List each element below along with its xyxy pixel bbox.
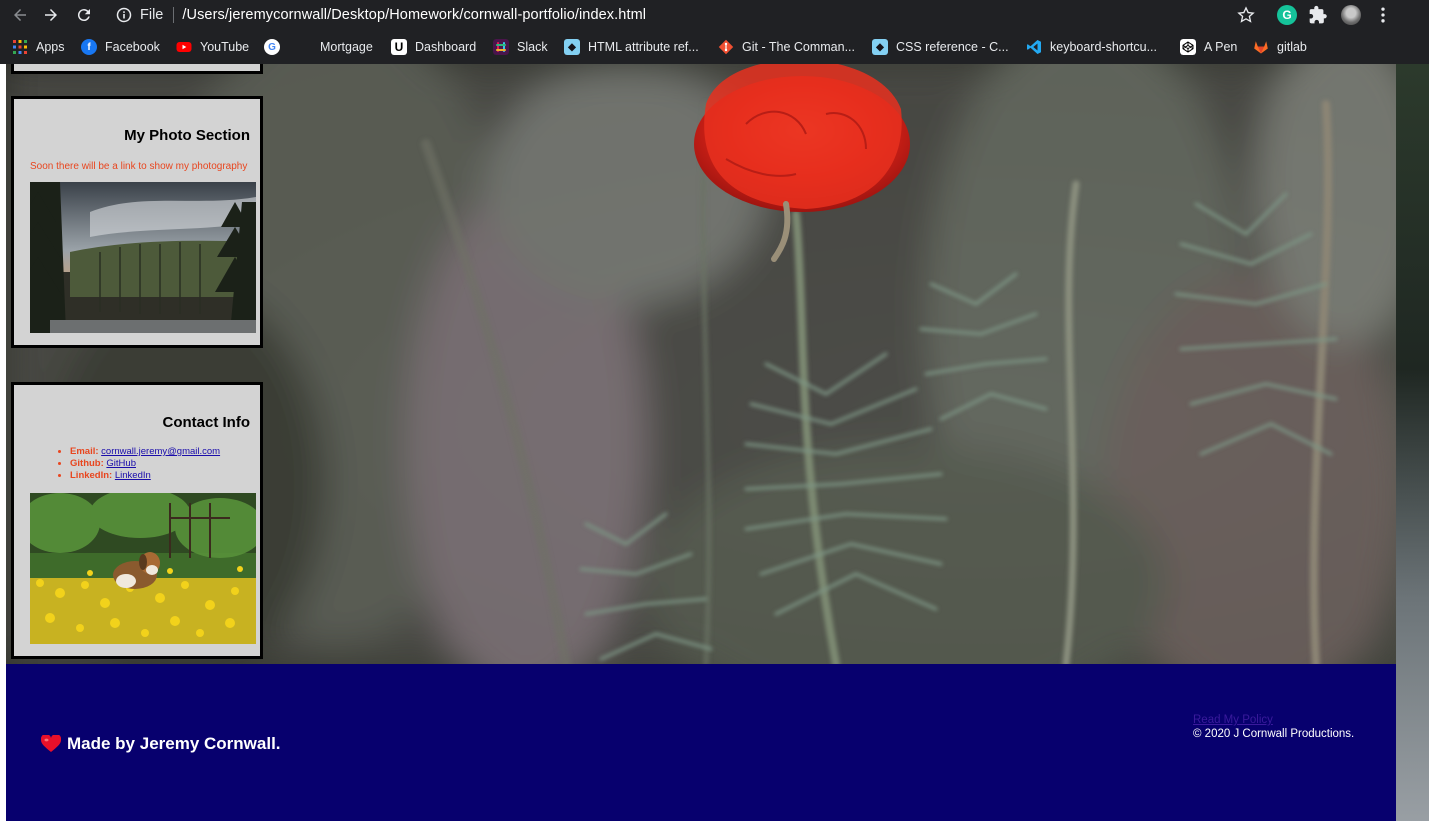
- bookmark-google[interactable]: G: [264, 38, 288, 56]
- reload-icon: [77, 9, 90, 22]
- codepen-icon: [1180, 39, 1196, 55]
- contact-item-linkedin: LinkedIn: LinkedIn: [70, 470, 220, 482]
- info-icon[interactable]: [116, 7, 132, 23]
- bookmark-dashboard[interactable]: U Dashboard: [391, 38, 476, 56]
- google-icon: G: [264, 39, 280, 55]
- address-bar[interactable]: File /Users/jeremycornwall/Desktop/Homew…: [106, 3, 1268, 27]
- contact-info-card: Contact Info Email: cornwall.jeremy@gmai…: [11, 382, 263, 659]
- bookmark-html-attribute-ref[interactable]: ◆ HTML attribute ref...: [564, 38, 699, 56]
- bookmark-git[interactable]: Git - The Comman...: [718, 38, 855, 56]
- youtube-icon: [176, 42, 192, 52]
- bookmark-label: Facebook: [105, 40, 160, 54]
- bookmark-a-pen[interactable]: A Pen: [1180, 38, 1237, 56]
- url-scheme: File: [140, 7, 164, 23]
- bookmark-keyboard-shortcuts[interactable]: keyboard-shortcu...: [1026, 38, 1157, 56]
- bookmark-star-icon[interactable]: [1236, 5, 1256, 25]
- made-by-text: Made by Jeremy Cornwall.: [67, 734, 281, 753]
- bookmarks-bar: Apps f Facebook YouTube G Mortgage U Das…: [0, 30, 1429, 64]
- url-text[interactable]: /Users/jeremycornwall/Desktop/Homework/c…: [182, 7, 646, 23]
- more-menu-icon[interactable]: [1373, 5, 1393, 25]
- bookmark-label: CSS reference - C...: [896, 40, 1009, 54]
- git-icon: [718, 39, 734, 55]
- grammarly-extension-icon[interactable]: G: [1277, 5, 1297, 25]
- slack-icon: [493, 39, 509, 55]
- contact-key: LinkedIn:: [70, 470, 113, 481]
- bookmark-facebook[interactable]: f Facebook: [81, 38, 160, 56]
- extensions-puzzle-icon[interactable]: [1308, 5, 1328, 25]
- linkedin-link[interactable]: LinkedIn: [115, 470, 151, 481]
- heart-icon: [41, 735, 61, 752]
- photo-section-text: Soon there will be a link to show my pho…: [30, 161, 248, 172]
- bookmark-gitlab[interactable]: gitlab: [1253, 38, 1307, 56]
- made-by-line: Made by Jeremy Cornwall.: [41, 734, 281, 754]
- bookmark-label: YouTube: [200, 40, 250, 54]
- forest-photo: [30, 182, 256, 333]
- bookmark-label: Git - The Comman...: [742, 40, 855, 54]
- desktop-background-strip: [1396, 64, 1429, 828]
- vscode-icon: [1027, 40, 1041, 54]
- sidebar-card-partial: [11, 64, 263, 74]
- apps-grid-icon: [13, 40, 27, 54]
- bookmark-slack[interactable]: Slack: [493, 38, 548, 56]
- copyright-text: © 2020 J Cornwall Productions.: [1193, 728, 1355, 740]
- omnibox-divider: [173, 7, 175, 23]
- utah-u-icon: U: [391, 39, 407, 55]
- gitlab-icon: [1254, 41, 1268, 54]
- profile-avatar[interactable]: [1341, 5, 1361, 25]
- bookmark-css-reference[interactable]: ◆ CSS reference - C...: [872, 38, 1009, 56]
- back-button[interactable]: [9, 4, 31, 26]
- contact-info-title: Contact Info: [162, 414, 251, 431]
- page-footer: Made by Jeremy Cornwall. Read My Policy …: [6, 664, 1396, 821]
- bookmark-apps[interactable]: Apps: [12, 38, 65, 56]
- mdn-icon: ◆: [872, 39, 888, 55]
- bookmark-youtube[interactable]: YouTube: [176, 38, 249, 56]
- bookmark-label: Apps: [36, 40, 65, 54]
- photo-section-card: My Photo Section Soon there will be a li…: [11, 96, 263, 348]
- facebook-icon: f: [81, 39, 97, 55]
- bookmark-label: gitlab: [1277, 40, 1307, 54]
- hero-background-photo: My Photo Section Soon there will be a li…: [6, 64, 1396, 664]
- bookmark-label: HTML attribute ref...: [588, 40, 699, 54]
- bookmark-label: keyboard-shortcu...: [1050, 40, 1157, 54]
- contact-item-email: Email: cornwall.jeremy@gmail.com: [70, 446, 220, 458]
- github-link[interactable]: GitHub: [106, 458, 136, 469]
- contact-key: Email:: [70, 446, 99, 457]
- arrow-right-icon: [45, 9, 57, 21]
- email-link[interactable]: cornwall.jeremy@gmail.com: [101, 446, 220, 457]
- bookmark-label: Slack: [517, 40, 548, 54]
- photo-section-title: My Photo Section: [124, 127, 250, 144]
- browser-toolbar: File /Users/jeremycornwall/Desktop/Homew…: [0, 0, 1429, 30]
- bookmark-label: Dashboard: [415, 40, 477, 54]
- forward-button[interactable]: [40, 4, 62, 26]
- page-viewport: My Photo Section Soon there will be a li…: [6, 64, 1396, 821]
- viewport-edge-bottom: [0, 821, 1429, 828]
- read-policy-link[interactable]: Read My Policy: [1193, 714, 1273, 726]
- dog-in-flowers-photo: [30, 493, 256, 644]
- bookmark-label: Mortgage: [320, 40, 373, 54]
- contact-item-github: Github: GitHub: [70, 458, 220, 470]
- arrow-left-icon: [14, 9, 26, 21]
- contact-key: Github:: [70, 458, 104, 469]
- bookmark-label: A Pen: [1204, 40, 1238, 54]
- contact-list: Email: cornwall.jeremy@gmail.com Github:…: [70, 446, 220, 482]
- bookmark-mortgage[interactable]: Mortgage: [320, 38, 373, 56]
- reload-button[interactable]: [73, 4, 95, 26]
- mdn-icon: ◆: [564, 39, 580, 55]
